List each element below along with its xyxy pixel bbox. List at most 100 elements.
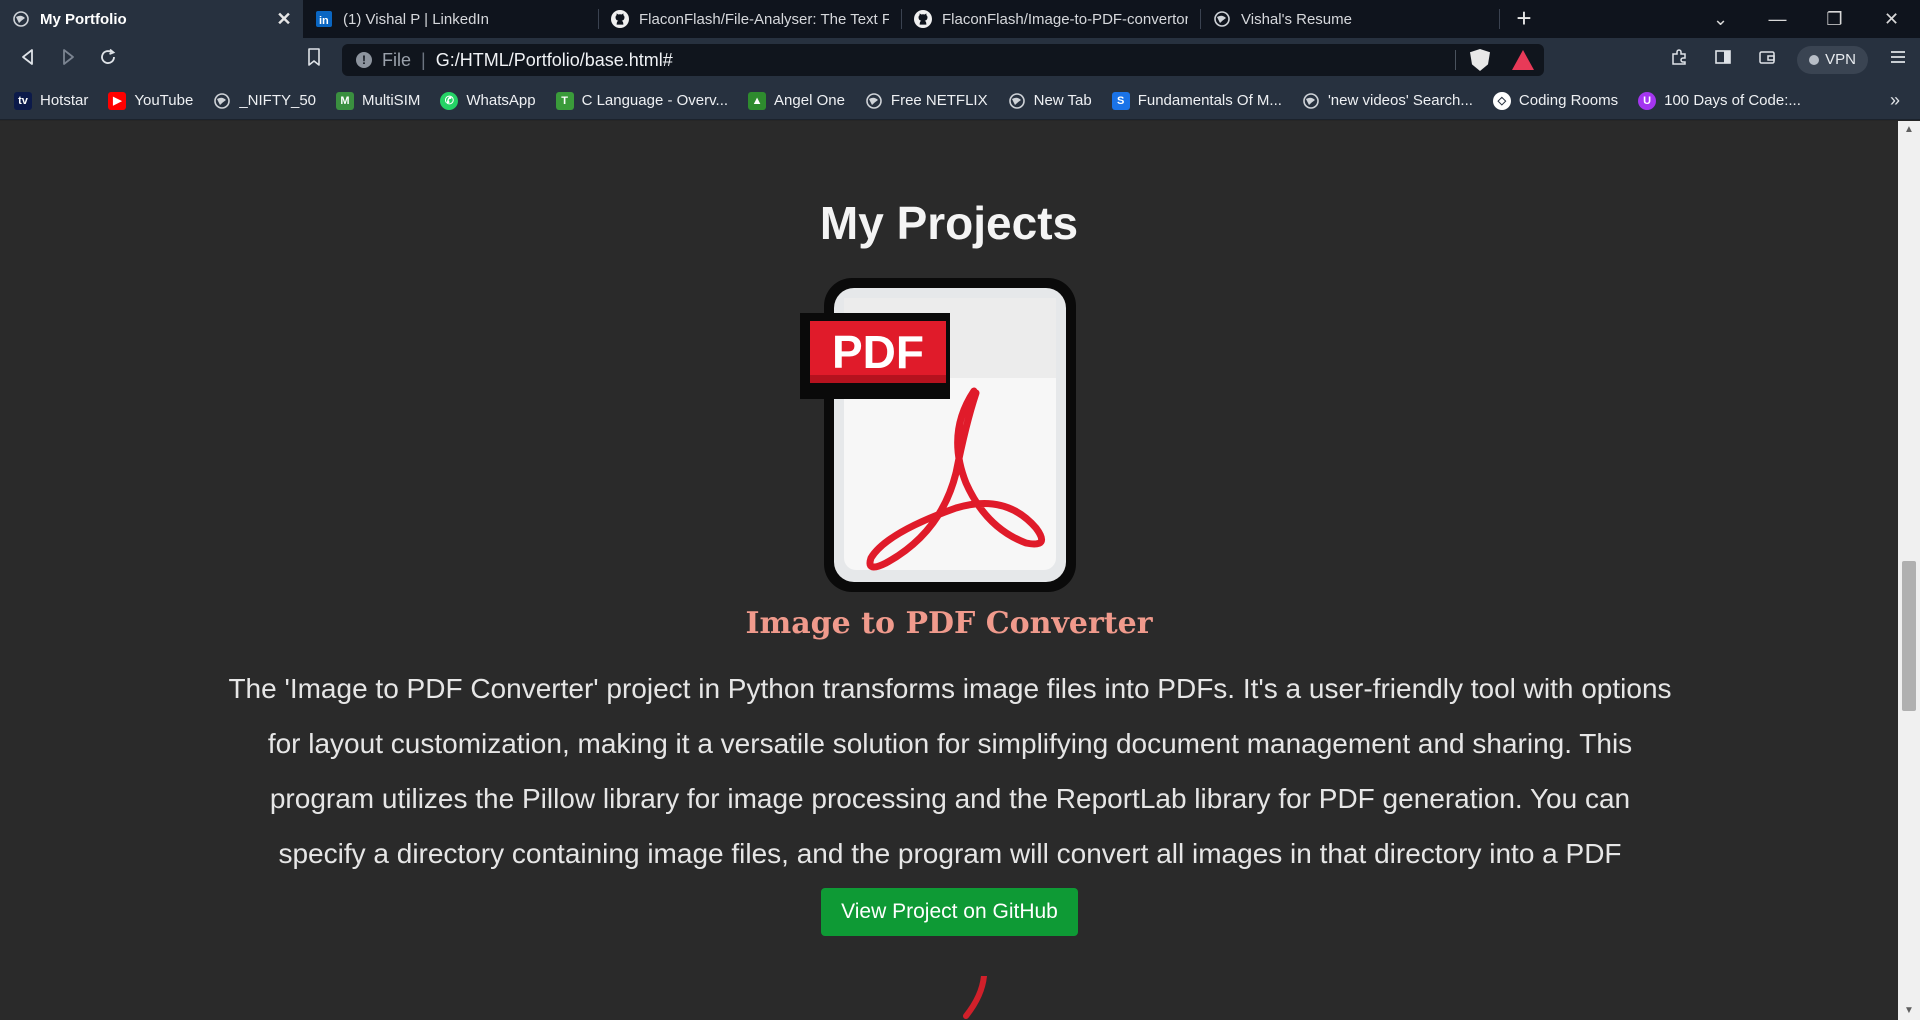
minimize-button[interactable]: — (1749, 0, 1806, 38)
tab-title: (1) Vishal P | LinkedIn (343, 10, 489, 28)
address-bar-actions (1455, 49, 1534, 71)
bookmark-icon (308, 48, 320, 66)
bookmark-item[interactable]: ▲ Angel One (748, 91, 845, 110)
globe-icon (213, 92, 231, 110)
reload-icon (101, 48, 116, 64)
globe-icon (12, 10, 30, 28)
restore-button[interactable]: ❐ (1806, 0, 1863, 38)
menu-button[interactable] (1876, 38, 1920, 82)
bookmark-label: _NIFTY_50 (239, 92, 317, 109)
coding-rooms-icon: ◇ (1492, 91, 1511, 110)
vpn-label: VPN (1825, 51, 1856, 68)
tab-linkedin[interactable]: in (1) Vishal P | LinkedIn (303, 0, 598, 38)
github-icon (611, 10, 629, 28)
address-bar[interactable]: ! File | G:/HTML/Portfolio/base.html# (342, 44, 1544, 76)
url-text[interactable]: G:/HTML/Portfolio/base.html# (436, 50, 673, 71)
sidebar-button[interactable] (1701, 38, 1745, 82)
scaler-icon: S (1111, 91, 1130, 110)
bookmark-item[interactable]: ▶ YouTube (108, 91, 194, 110)
tab-title: FlaconFlash/Image-to-PDF-convertor- (942, 10, 1188, 28)
bookmark-button[interactable] (294, 42, 334, 78)
bookmark-label: Hotstar (40, 92, 89, 109)
globe-icon (1213, 10, 1231, 28)
vpn-status-icon (1809, 55, 1820, 65)
wallet-icon (1759, 51, 1775, 64)
bookmark-item[interactable]: ✆ WhatsApp (440, 91, 536, 110)
pdf-label-text: PDF (832, 326, 924, 378)
back-button[interactable] (8, 42, 48, 78)
bookmarks-overflow-button[interactable]: » (1890, 90, 1900, 111)
bookmark-label: New Tab (1033, 92, 1092, 109)
bookmarks-bar: tv Hotstar ▶ YouTube _NIFTY_50 M MultiSIM ✆ What… (0, 82, 1920, 120)
brave-rewards-icon[interactable] (1512, 50, 1534, 70)
project-title: Image to PDF Converter (745, 606, 1153, 641)
tab-title: FlaconFlash/File-Analyser: The Text File (639, 10, 889, 28)
globe-icon (1008, 92, 1026, 110)
bookmark-label: 'new videos' Search... (1327, 92, 1473, 109)
page-scrollbar[interactable]: ▲ ▼ (1898, 121, 1920, 1020)
angel-one-icon: ▲ (748, 91, 767, 110)
youtube-icon: ▶ (108, 91, 127, 110)
wallet-button[interactable] (1745, 38, 1789, 82)
scroll-up-arrow-icon[interactable]: ▲ (1898, 121, 1920, 139)
bookmark-item[interactable]: New Tab (1008, 92, 1092, 110)
scrollbar-thumb[interactable] (1902, 561, 1916, 711)
tab-image-to-pdf[interactable]: FlaconFlash/Image-to-PDF-convertor- (902, 0, 1200, 38)
divider (1455, 50, 1456, 70)
back-icon (22, 49, 33, 65)
tab-strip: My Portfolio ✕ in (1) Vishal P | LinkedI… (0, 0, 1920, 38)
pdf-document-image: PDF (800, 278, 1076, 592)
bookmark-label: C Language - Overv... (581, 92, 729, 109)
bookmark-item[interactable]: M MultiSIM (336, 91, 421, 110)
url-divider: | (421, 49, 426, 70)
bookmark-item[interactable]: T C Language - Overv... (555, 91, 729, 110)
tab-my-portfolio[interactable]: My Portfolio ✕ (0, 0, 303, 38)
window-controls: ⌄ — ❐ ✕ (1692, 0, 1920, 38)
brave-shield-icon[interactable] (1470, 49, 1490, 71)
bookmark-item[interactable]: _NIFTY_50 (213, 92, 316, 110)
new-tab-button[interactable]: + (1500, 0, 1548, 38)
navigation-toolbar: ! File | G:/HTML/Portfolio/base.html# VP… (0, 38, 1920, 82)
puzzle-icon (1672, 49, 1686, 65)
view-project-github-button[interactable]: View Project on GitHub (821, 888, 1078, 936)
bookmark-label: WhatsApp (466, 92, 536, 109)
toolbar-actions: VPN (1657, 38, 1920, 82)
tab-title: Vishal's Resume (1241, 10, 1352, 28)
projects-section: My Projects PDF Image to PDF Converter T… (0, 121, 1898, 1020)
bookmark-item[interactable]: ◇ Coding Rooms (1492, 91, 1619, 110)
globe-icon (1302, 92, 1320, 110)
multisim-icon: M (336, 91, 355, 110)
section-heading: My Projects (819, 197, 1079, 249)
browser-window: My Portfolio ✕ in (1) Vishal P | LinkedI… (0, 0, 1920, 1020)
udemy-icon: U (1638, 91, 1657, 110)
site-info-icon[interactable]: ! (356, 52, 372, 68)
bookmark-label: MultiSIM (362, 92, 421, 109)
bookmark-item[interactable]: U 100 Days of Code:... (1638, 91, 1801, 110)
close-window-button[interactable]: ✕ (1863, 0, 1920, 38)
bookmark-item[interactable]: 'new videos' Search... (1302, 92, 1473, 110)
bookmark-item[interactable]: Free NETFLIX (865, 92, 988, 110)
whatsapp-icon: ✆ (440, 91, 459, 110)
page-viewport: My Projects PDF Image to PDF Converter T… (0, 121, 1898, 1020)
tab-resume[interactable]: Vishal's Resume (1201, 0, 1499, 38)
url-scheme: File (382, 49, 412, 70)
tutorials-icon: T (555, 91, 574, 110)
hamburger-menu-icon (1891, 51, 1905, 63)
bookmark-label: YouTube (134, 92, 194, 109)
scroll-down-arrow-icon[interactable]: ▼ (1898, 1002, 1920, 1020)
extensions-button[interactable] (1657, 38, 1701, 82)
tab-title: My Portfolio (40, 10, 127, 28)
bookmark-item[interactable]: tv Hotstar (14, 91, 89, 110)
bookmark-label: 100 Days of Code:... (1664, 92, 1801, 109)
reload-button[interactable] (88, 42, 128, 78)
github-icon (914, 10, 932, 28)
forward-button[interactable] (48, 42, 88, 78)
bookmark-label: Coding Rooms (1518, 92, 1619, 109)
svg-text:in: in (319, 15, 329, 27)
tab-list-button[interactable]: ⌄ (1692, 0, 1749, 38)
bookmark-item[interactable]: S Fundamentals Of M... (1111, 91, 1282, 110)
linkedin-icon: in (315, 10, 333, 28)
tab-file-analyser[interactable]: FlaconFlash/File-Analyser: The Text File (599, 0, 901, 38)
vpn-button[interactable]: VPN (1797, 46, 1868, 74)
close-tab-icon[interactable]: ✕ (273, 8, 295, 30)
